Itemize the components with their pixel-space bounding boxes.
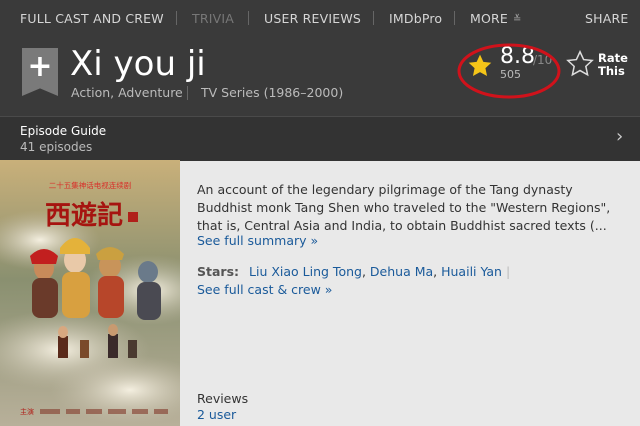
episode-guide-title: Episode Guide [20,124,107,138]
nav-separator [248,11,249,25]
poster-image[interactable]: 二十五集神话电视连续剧 西遊記 主演 [0,160,180,426]
watchlist-add-button[interactable]: + [22,48,58,96]
nav-share-button[interactable]: SHARE [585,11,628,26]
see-full-summary-link[interactable]: See full summary » [197,233,318,248]
reviews-label: Reviews [197,391,249,406]
nav-trivia-link[interactable]: TRIVIA [192,11,234,26]
nav-separator [454,11,455,25]
stars-row: Stars: Liu Xiao Ling Tong, Dehua Ma, Hua… [197,264,511,279]
page-title: Xi you ji [70,44,206,84]
red-highlight-circle [457,43,561,99]
poster-credits: 主演 [20,407,34,416]
nav-more-label: MORE [470,11,509,26]
rate-this-button[interactable]: Rate This [598,52,628,78]
rate-star-outline-icon[interactable] [566,50,594,78]
genres-link[interactable]: Action, Adventure [71,85,183,100]
title-header: + Xi you ji Action, Adventure TV Series … [0,36,640,116]
stars-label: Stars: [197,264,240,279]
nav-imdbpro-link[interactable]: IMDbPro [389,11,442,26]
episode-count: 41 episodes [20,140,93,154]
star-link[interactable]: Liu Xiao Ling Tong [249,264,362,279]
user-reviews-count-link[interactable]: 2 user [197,407,236,422]
poster-seal [128,212,138,222]
nav-separator [176,11,177,25]
poster-top-caption: 二十五集神话电视连续剧 [49,180,132,190]
star-link[interactable]: Dehua Ma [370,264,433,279]
top-nav: FULL CAST AND CREW TRIVIA USER REVIEWS I… [0,0,640,36]
nav-separator [373,11,374,25]
nav-more-menu[interactable]: MORE ≚ [470,11,522,26]
poster-title-art: 西遊記 [45,200,123,231]
stars-separator: | [505,264,511,279]
chevron-double-down-icon: ≚ [513,14,522,25]
plus-icon: + [27,49,53,84]
nav-user-reviews-link[interactable]: USER REVIEWS [264,11,361,26]
series-info-link[interactable]: TV Series (1986–2000) [201,85,343,100]
nav-full-cast-link[interactable]: FULL CAST AND CREW [20,11,164,26]
episode-guide-link[interactable]: Episode Guide 41 episodes › [0,116,640,161]
chevron-right-icon: › [616,126,624,147]
plot-summary: An account of the legendary pilgrimage o… [197,182,611,233]
star-link[interactable]: Huaili Yan [441,264,502,279]
see-full-cast-link[interactable]: See full cast & crew » [197,282,332,297]
header-separator [187,86,188,100]
rate-label-line2: This [598,64,625,78]
